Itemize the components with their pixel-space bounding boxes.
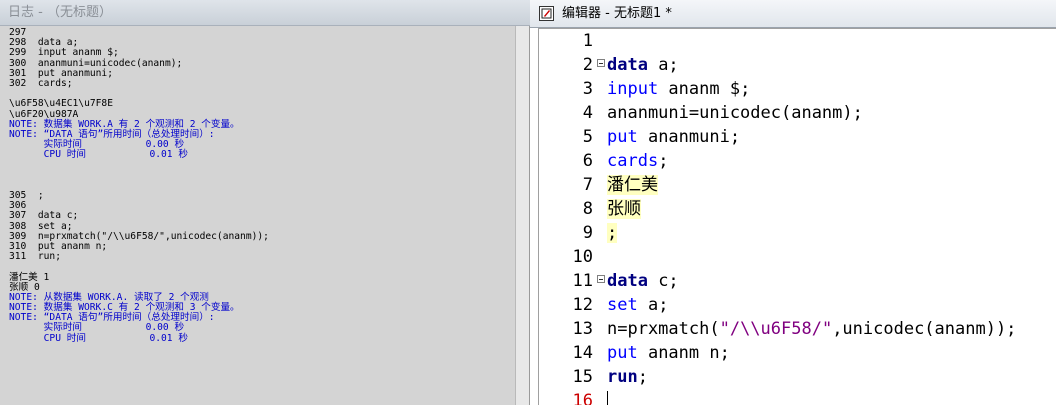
code-token: ananmuni; bbox=[637, 127, 741, 147]
log-titlebar[interactable]: 日志 - （无标题） bbox=[0, 0, 530, 26]
log-line-output: \u6F58\u4EC1\u7F8E bbox=[9, 98, 113, 110]
log-line-source: 307 data c; bbox=[9, 210, 79, 222]
log-window[interactable]: 日志 - （无标题） 297 298 data a; 299 input ananm… bbox=[0, 0, 530, 405]
code-line[interactable]: 16 bbox=[539, 389, 1056, 405]
line-number: 2 bbox=[582, 55, 593, 75]
code-token: put bbox=[607, 127, 638, 147]
code-token: ; bbox=[607, 223, 618, 243]
code-text: data a; bbox=[607, 53, 679, 77]
line-number: 9 bbox=[582, 223, 593, 243]
code-line[interactable]: 7 潘仁美 bbox=[539, 173, 1056, 197]
code-token: c; bbox=[647, 271, 679, 291]
code-line[interactable]: 8 张顺 bbox=[539, 197, 1056, 221]
log-line-note: CPU 时间 0.01 秒 bbox=[9, 332, 188, 344]
code-text: cards; bbox=[607, 149, 668, 173]
log-line-blank bbox=[9, 262, 516, 272]
log-line-source: 311 run; bbox=[9, 251, 61, 263]
line-number: 3 bbox=[582, 79, 593, 99]
line-number: 14 bbox=[572, 343, 593, 363]
log-line-blank bbox=[9, 171, 516, 181]
code-text: set a; bbox=[607, 293, 668, 317]
code-text: put ananmuni; bbox=[607, 125, 740, 149]
line-number: 13 bbox=[572, 319, 593, 339]
line-number: 5 bbox=[582, 127, 593, 147]
code-editor[interactable]: 1 2 data a; 3 input ananm $; 4 ananmuni=unicod… bbox=[538, 28, 1056, 405]
line-number: 15 bbox=[572, 367, 593, 387]
line-number: 1 bbox=[582, 31, 593, 51]
text-cursor bbox=[607, 391, 608, 405]
code-token: ; bbox=[658, 151, 669, 171]
code-token: set bbox=[607, 295, 638, 315]
log-line-output: 潘仁美 1 bbox=[9, 271, 50, 283]
code-line[interactable]: 11 data c; bbox=[539, 269, 1056, 293]
code-token: ananm n; bbox=[637, 343, 730, 363]
editor-titlebar[interactable]: 编辑器 - 无标题1 * bbox=[530, 0, 1056, 28]
log-line-blank bbox=[9, 181, 516, 191]
code-line[interactable]: 14 put ananm n; bbox=[539, 341, 1056, 365]
code-token: "/\\u6F58/" bbox=[719, 319, 833, 339]
code-text: 潘仁美 bbox=[607, 173, 658, 197]
code-line[interactable]: 5 put ananmuni; bbox=[539, 125, 1056, 149]
code-token: ananm $; bbox=[658, 79, 751, 99]
log-line-source: 306 bbox=[9, 200, 27, 212]
line-number: 8 bbox=[582, 199, 593, 219]
code-token: cards bbox=[607, 151, 659, 171]
log-line-source: 302 cards; bbox=[9, 77, 73, 89]
code-token: ananmuni=unicodec(ananm); bbox=[607, 103, 863, 123]
log-line-source: 305 ; bbox=[9, 190, 44, 201]
code-text: 张顺 bbox=[607, 197, 641, 221]
line-number: 10 bbox=[572, 247, 593, 267]
line-number: 16 bbox=[572, 391, 593, 405]
code-line[interactable]: 12 set a; bbox=[539, 293, 1056, 317]
code-line[interactable]: 3 input ananm $; bbox=[539, 77, 1056, 101]
editor-title: 编辑器 - 无标题1 * bbox=[562, 6, 672, 21]
line-number: 6 bbox=[582, 151, 593, 171]
code-token: put bbox=[607, 343, 638, 363]
fold-toggle-icon[interactable] bbox=[597, 275, 605, 283]
code-token: run bbox=[607, 367, 638, 387]
log-line-note: CPU 时间 0.01 秒 bbox=[9, 149, 188, 161]
code-token: 潘仁美 bbox=[607, 175, 658, 195]
code-text: data c; bbox=[607, 269, 679, 293]
log-scrollbar[interactable] bbox=[515, 26, 529, 405]
code-token: 张顺 bbox=[607, 199, 641, 219]
code-text: n=prxmatch("/\\u6F58/",unicodec(ananm)); bbox=[607, 317, 1016, 341]
line-number: 7 bbox=[582, 175, 593, 195]
fold-toggle-icon[interactable] bbox=[597, 59, 605, 67]
log-line-source: 297 bbox=[9, 27, 27, 38]
code-token: ,unicodec(ananm)); bbox=[832, 319, 1017, 339]
code-line[interactable]: 13 n=prxmatch("/\\u6F58/",unicodec(ananm)… bbox=[539, 317, 1056, 341]
code-text: input ananm $; bbox=[607, 77, 750, 101]
code-token: a; bbox=[647, 55, 679, 75]
code-line[interactable]: 15 run; bbox=[539, 365, 1056, 389]
line-number: 11 bbox=[572, 271, 593, 291]
editor-window[interactable]: 编辑器 - 无标题1 * 1 2 data a; 3 input ananm $; 4 an… bbox=[530, 0, 1056, 405]
editor-icon bbox=[539, 6, 554, 21]
code-token: input bbox=[607, 79, 659, 99]
log-line-source: 310 put ananm n; bbox=[9, 240, 108, 252]
code-token: n=prxmatch( bbox=[607, 319, 720, 339]
code-text: ananmuni=unicodec(ananm); bbox=[607, 101, 863, 125]
log-content[interactable]: 297 298 data a; 299 input ananm $; 300 anan… bbox=[0, 26, 516, 405]
code-line[interactable]: 10 bbox=[539, 245, 1056, 269]
code-token: data bbox=[607, 55, 648, 75]
code-token: a; bbox=[637, 295, 669, 315]
code-line[interactable]: 9; bbox=[539, 221, 1056, 245]
line-number: 4 bbox=[582, 103, 593, 123]
code-line[interactable]: 4 ananmuni=unicodec(ananm); bbox=[539, 101, 1056, 125]
code-text: run; bbox=[607, 365, 648, 389]
code-line[interactable]: 6 cards; bbox=[539, 149, 1056, 173]
code-line[interactable]: 1 bbox=[539, 29, 1056, 53]
code-text: ; bbox=[607, 221, 618, 245]
line-number: 12 bbox=[572, 295, 593, 315]
log-title: 日志 - （无标题） bbox=[8, 5, 112, 20]
code-token: ; bbox=[637, 367, 648, 387]
code-line[interactable]: 2 data a; bbox=[539, 53, 1056, 77]
code-text: put ananm n; bbox=[607, 341, 730, 365]
code-token: data bbox=[607, 271, 648, 291]
log-line-source: 301 put ananmuni; bbox=[9, 67, 113, 79]
log-line-blank bbox=[9, 160, 516, 170]
